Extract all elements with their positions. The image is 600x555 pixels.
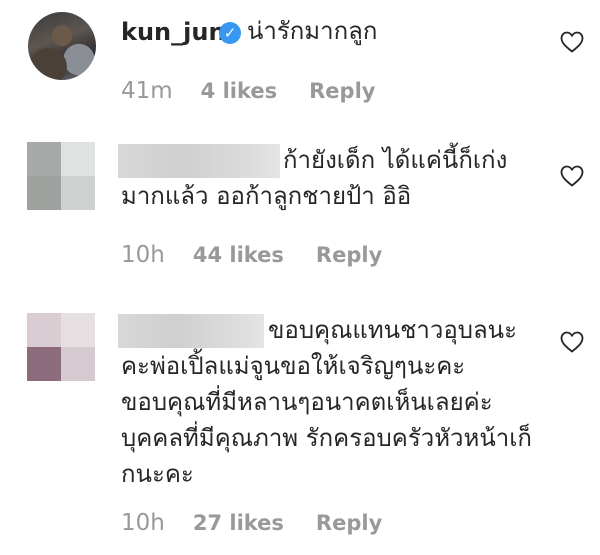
avatar-pixel [61, 142, 95, 176]
comment-meta: 10h 44 likes Reply [121, 242, 382, 268]
username-redacted[interactable] [118, 144, 280, 178]
username[interactable]: kun_jun [121, 18, 226, 46]
timestamp[interactable]: 41m [121, 78, 173, 104]
avatar-pixel [61, 176, 95, 210]
heart-icon[interactable] [560, 31, 584, 53]
username-redacted[interactable] [118, 314, 264, 348]
heart-icon[interactable] [560, 331, 584, 353]
avatar-pixel [61, 347, 95, 381]
comment-text: น่ารักมากลูก [247, 17, 378, 45]
avatar-pixel [27, 142, 61, 176]
timestamp[interactable]: 10h [121, 242, 165, 268]
heart-icon[interactable] [560, 165, 584, 187]
comment-text-line-1: ขอบคุณแทนชาวอุบลนะ [268, 316, 517, 344]
avatar-pixel [27, 313, 61, 347]
reply-button[interactable]: Reply [309, 79, 375, 103]
avatar-pixel [27, 347, 61, 381]
verified-badge-icon: ✓ [219, 22, 241, 44]
comment-2: ก้ายังเด็ก ได้แค่นี้ก็เก่ง มากแล้ว ออก้า… [0, 120, 600, 290]
likes-count[interactable]: 4 likes [201, 79, 277, 103]
comment-meta: 10h 27 likes Reply [121, 510, 382, 536]
comment-text-line-2: มากแล้ว ออก้าลูกชายป้า อิอิ [121, 182, 412, 210]
comment-1: kun_jun ✓ น่ารักมากลูก 41m 4 likes Reply [0, 0, 600, 120]
avatar[interactable] [27, 142, 95, 210]
comment-3: ขอบคุณแทนชาวอุบลนะ คะพ่อเปิ้ลแม่จูนขอให้… [0, 290, 600, 555]
avatar-pixel [27, 176, 61, 210]
comment-text-line-2: คะพ่อเปิ้ลแม่จูนขอให้เจริญๆนะคะ [121, 352, 466, 380]
comment-text-line-4: บุคคลที่มีคุณภาพ รักครอบครัวหัวหน้าเก็ [121, 424, 532, 452]
avatar[interactable] [28, 12, 96, 80]
comment-text-line-3: ขอบคุณที่มีหลานๆอนาคตเห็นเลยค่ะ [121, 388, 493, 416]
reply-button[interactable]: Reply [316, 511, 382, 535]
likes-count[interactable]: 44 likes [193, 243, 284, 267]
comment-text-line-1: ก้ายังเด็ก ได้แค่นี้ก็เก่ง [283, 146, 508, 174]
comment-text-line-5: กนะคะ [121, 460, 194, 488]
likes-count[interactable]: 27 likes [193, 511, 284, 535]
comment-meta: 41m 4 likes Reply [121, 78, 375, 104]
avatar[interactable] [27, 313, 95, 381]
timestamp[interactable]: 10h [121, 510, 165, 536]
avatar-pixel [61, 313, 95, 347]
reply-button[interactable]: Reply [316, 243, 382, 267]
